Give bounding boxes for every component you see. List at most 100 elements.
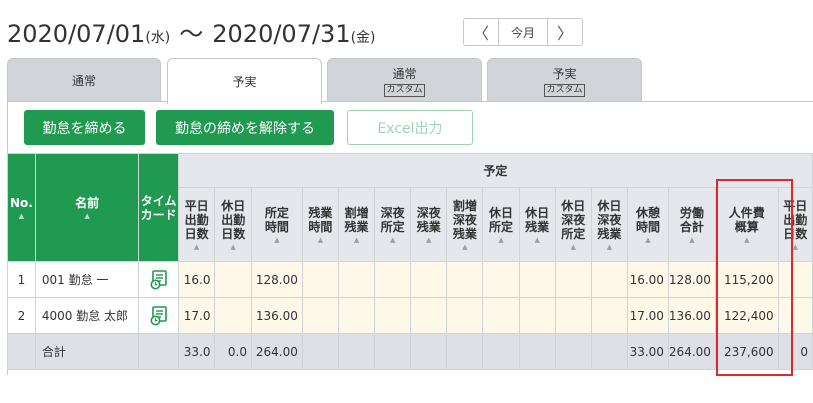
tab-standard[interactable]: 通常 — [7, 58, 161, 102]
column-header[interactable]: 割増 残業 ▲ — [337, 187, 376, 262]
column-header-label: 合計 — [679, 219, 704, 234]
column-header-label: 人件費 — [728, 205, 765, 220]
column-header-label: 日数 — [184, 226, 209, 241]
total-value-cell: 33.00 — [626, 333, 669, 370]
header-no[interactable]: No. ▲ — [7, 153, 36, 262]
custom-badge: カスタム — [384, 83, 425, 97]
prev-month-button[interactable]: 〈 — [464, 19, 498, 45]
table-row: 2 4000 勤怠 太郎 17.0 136.00 17.00 136.00 122,400 — [7, 297, 813, 334]
value-cell — [374, 261, 412, 298]
total-row: 合計 33.0 0.0 264.00 33.00 264.00 237,600 0 — [7, 333, 813, 370]
value-cell: 17.00 — [626, 297, 669, 334]
column-header-label: 平日 — [184, 198, 209, 213]
timecard-cell — [138, 297, 179, 334]
tab-standard-custom[interactable]: 通常 カスタム — [327, 58, 482, 102]
column-header[interactable]: 休日 所定 ▲ — [482, 187, 520, 262]
column-header-label: 深夜 — [416, 205, 441, 220]
this-month-button[interactable]: 今月 — [498, 19, 548, 45]
column-header-label: 時間 — [635, 219, 660, 234]
unclose-attendance-button[interactable]: 勤怠の締めを解除する — [156, 110, 334, 145]
total-value-cell — [554, 333, 592, 370]
tab-label: 通常 — [71, 74, 96, 88]
column-header[interactable]: 所定 時間 ▲ — [251, 187, 303, 262]
sort-icon: ▲ — [353, 235, 360, 244]
column-header[interactable]: 休日 出勤 日数 ▲ — [214, 187, 253, 262]
column-header[interactable]: 労働 合計 ▲ — [667, 187, 716, 262]
total-value-cell: 264.00 — [667, 333, 716, 370]
value-cell: 128.00 — [667, 261, 716, 298]
column-header[interactable]: 人件費 概算 ▲ — [714, 187, 779, 262]
column-header-label: 所定 — [489, 219, 514, 234]
column-header[interactable]: 休日 深夜 残業 ▲ — [590, 187, 628, 262]
sort-icon: ▲ — [274, 235, 280, 244]
column-header-label: 時間 — [308, 219, 333, 234]
sort-icon: ▲ — [193, 242, 200, 251]
value-cell — [482, 297, 520, 334]
total-value-cell: 33.0 — [177, 333, 216, 370]
row-number: 1 — [7, 261, 36, 298]
date-range: 2020/07/01 (水) 〜 2020/07/31 (金) — [7, 14, 376, 48]
column-header[interactable]: 平日 出勤 日数 ▲ — [777, 187, 813, 262]
value-cell: 122,400 — [714, 297, 779, 334]
total-value-cell — [374, 333, 412, 370]
end-date: 2020/07/31 — [212, 20, 351, 48]
value-cell: 136.00 — [251, 297, 303, 334]
column-header-label: 休日 — [489, 205, 514, 220]
timecard-icon[interactable] — [150, 305, 168, 325]
excel-export-button[interactable]: Excel出力 — [347, 110, 473, 145]
value-cell — [554, 261, 592, 298]
value-cell: 115,200 — [714, 261, 779, 298]
sort-icon: ▲ — [462, 242, 468, 251]
value-cell — [590, 261, 628, 298]
tab-plan-actual[interactable]: 予実 — [167, 58, 322, 104]
timecard-cell — [138, 261, 179, 298]
custom-badge: カスタム — [544, 83, 585, 97]
value-cell — [446, 261, 484, 298]
header-name[interactable]: 名前 ▲ — [34, 153, 140, 262]
chevron-right-icon: 〉 — [556, 24, 573, 43]
sort-icon: ▲ — [230, 242, 236, 251]
value-cell — [337, 261, 376, 298]
total-value-cell: 0 — [777, 333, 813, 370]
column-header-label: 残業 — [344, 219, 369, 234]
next-month-button[interactable]: 〉 — [548, 19, 582, 45]
month-navigation: 〈 今月 〉 — [463, 18, 583, 46]
value-cell — [301, 261, 339, 298]
employee-name[interactable]: 4000 勤怠 太郎 — [34, 297, 140, 334]
tab-plan-actual-custom[interactable]: 予実 カスタム — [487, 58, 642, 102]
value-cell — [590, 297, 628, 334]
column-header[interactable]: 休日 残業 ▲ — [518, 187, 556, 262]
header-timecard: タイム カード — [138, 153, 179, 262]
value-cell — [337, 297, 376, 334]
value-cell — [482, 261, 520, 298]
tab-label: 予実 — [232, 75, 257, 89]
total-value-cell: 0.0 — [214, 333, 253, 370]
column-header-label: 概算 — [734, 219, 759, 234]
start-date: 2020/07/01 — [7, 20, 146, 48]
total-value-cell — [301, 333, 339, 370]
employee-name[interactable]: 001 勤怠 一 — [34, 261, 140, 298]
column-header-label: 深夜 — [597, 212, 622, 227]
column-header[interactable]: 平日 出勤 日数 ▲ — [177, 187, 216, 262]
total-timecard-cell — [138, 333, 179, 370]
column-header-label: 出勤 — [783, 212, 808, 227]
column-header[interactable]: 休日 深夜 所定 ▲ — [554, 187, 592, 262]
range-separator: 〜 — [179, 20, 204, 48]
sort-icon: ▲ — [18, 211, 25, 220]
total-value-cell — [337, 333, 376, 370]
column-header[interactable]: 割増 深夜 残業 ▲ — [446, 187, 484, 262]
end-day-of-week: (金) — [350, 30, 376, 46]
total-label: 合計 — [34, 333, 140, 370]
sort-icon: ▲ — [84, 211, 90, 220]
close-attendance-button[interactable]: 勤怠を締める — [24, 110, 145, 145]
column-header[interactable]: 深夜 所定 ▲ — [374, 187, 412, 262]
column-header-label: 深夜 — [452, 212, 477, 227]
column-header[interactable]: 休憩 時間 ▲ — [626, 187, 669, 262]
timecard-icon[interactable] — [150, 269, 168, 289]
tab-label: 予実 — [552, 66, 577, 81]
column-header[interactable]: 深夜 残業 ▲ — [410, 187, 448, 262]
column-header[interactable]: 残業 時間 ▲ — [301, 187, 339, 262]
sort-icon: ▲ — [606, 242, 613, 251]
column-header-label: 割増 — [452, 198, 477, 213]
tab-label: 通常 — [392, 66, 417, 81]
